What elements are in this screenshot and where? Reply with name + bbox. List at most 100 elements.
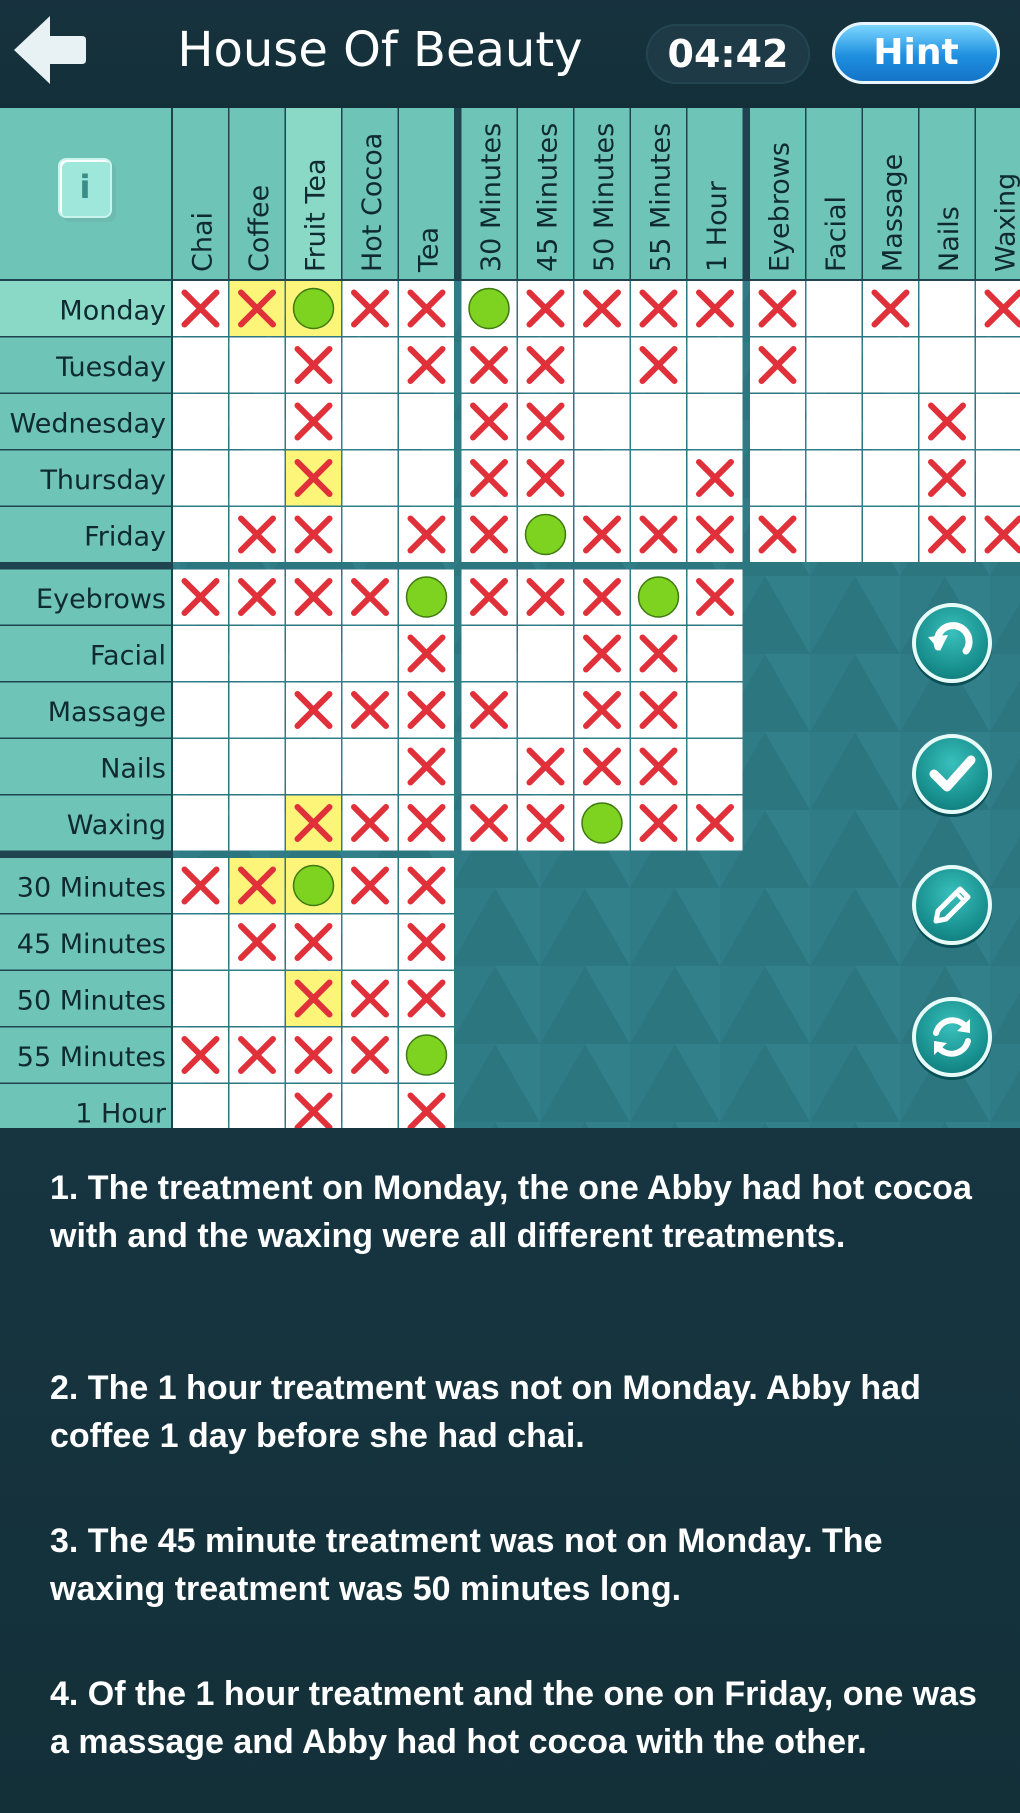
grid-cell[interactable] [863,450,918,506]
grid-cell[interactable] [574,450,630,506]
grid-cell[interactable] [173,682,228,738]
logic-grid-board: Chai Coffee Fruit Tea Hot Cocoa Tea 30 Minute… [0,108,1020,1128]
grid-cell[interactable] [461,739,517,794]
grid-cell[interactable] [687,682,743,738]
col-header-1-hour: 1 Hour [687,108,743,279]
grid-cell[interactable] [806,337,862,393]
grid-cell[interactable] [806,450,862,506]
row-header-thursday: Thursday [0,450,171,506]
back-button[interactable] [10,12,90,88]
grid-cell[interactable] [806,394,862,449]
grid-cell[interactable] [750,394,805,449]
row-header-nails: Nails [0,739,171,794]
timer: 04:42 [646,24,810,84]
grid-cell[interactable] [286,626,341,681]
grid-cell[interactable] [631,450,686,506]
grid-cell[interactable] [342,914,398,970]
row-header-55-minutes: 55 Minutes [0,1027,171,1083]
grid-cell[interactable] [173,626,228,681]
row-label: Tuesday [55,352,166,383]
row-header-facial: Facial [0,626,171,681]
grid-cell[interactable] [863,394,918,449]
grid-cell[interactable] [229,337,285,393]
grid-cell[interactable] [229,682,285,738]
col-label: 30 Minutes [476,123,507,272]
grid-cell[interactable] [976,337,1020,393]
grid-cell[interactable] [461,626,517,681]
grid-cell[interactable] [919,337,975,393]
grid-cell[interactable] [574,337,630,393]
grid-cell[interactable] [173,739,228,794]
clue-4: 4. Of the 1 hour treatment and the one o… [50,1675,977,1761]
grid-cell[interactable] [806,281,862,336]
grid-cell[interactable] [342,337,398,393]
grid-cell[interactable] [229,626,285,681]
hint-button[interactable]: Hint [832,22,1000,84]
info-button[interactable]: i [58,158,112,218]
grid-cell[interactable] [399,394,454,449]
check-button[interactable] [912,734,992,814]
grid-cell[interactable] [342,739,398,794]
col-header-tea: Tea [399,108,454,279]
grid-cell[interactable] [229,795,285,851]
grid-cell[interactable] [574,394,630,449]
col-header-30-minutes: 30 Minutes [461,108,517,279]
col-header-55-minutes: 55 Minutes [631,108,686,279]
grid-cell[interactable] [342,450,398,506]
grid-cell[interactable] [687,626,743,681]
undo-button[interactable] [912,603,992,683]
grid-cell[interactable] [399,450,454,506]
grid-cell[interactable] [806,507,862,562]
pencil-button[interactable] [912,865,992,945]
row-label: Wednesday [10,408,166,439]
col-label: Facial [821,196,852,272]
clue-list: 1. The treatment on Monday, the one Abby… [0,1128,1020,1813]
row-label: Eyebrows [36,584,166,615]
restart-button[interactable] [912,997,992,1077]
grid-cell[interactable] [976,394,1020,449]
grid-cell[interactable] [229,971,285,1026]
grid-cell[interactable] [286,739,341,794]
grid-cell[interactable] [173,337,228,393]
grid-cell[interactable] [976,281,1020,336]
grid-cell[interactable] [173,971,228,1026]
grid-cell[interactable] [229,739,285,794]
grid-cell[interactable] [863,337,918,393]
grid-cell[interactable] [518,682,573,738]
grid-cell[interactable] [342,626,398,681]
grid-cell[interactable] [173,795,228,851]
logic-grid: Chai Coffee Fruit Tea Hot Cocoa Tea 30 Minute… [0,108,1020,1128]
grid-cell[interactable] [631,394,686,449]
grid-cell[interactable] [518,626,573,681]
grid-cell[interactable] [173,1084,228,1128]
grid-cell[interactable] [976,507,1020,562]
grid-cell[interactable] [342,394,398,449]
grid-cell[interactable] [229,394,285,449]
row-label: Waxing [67,810,166,841]
row-header-waxing: Waxing [0,795,171,851]
grid-cell[interactable] [863,507,918,562]
col-label: Fruit Tea [300,158,331,272]
grid-cell[interactable] [173,450,228,506]
grid-cell[interactable] [342,507,398,562]
col-header-hot-cocoa: Hot Cocoa [342,108,398,279]
confirm-mark [292,287,335,330]
grid-cell[interactable] [399,1084,454,1128]
grid-cell[interactable] [750,450,805,506]
row-header-1-hour: 1 Hour [0,1084,171,1128]
grid-cell[interactable] [229,1084,285,1128]
grid-cell[interactable] [342,1084,398,1128]
col-header-45-minutes: 45 Minutes [518,108,573,279]
col-label: Hot Cocoa [357,133,388,272]
grid-cell[interactable] [173,914,228,970]
grid-cell[interactable] [976,450,1020,506]
grid-cell[interactable] [173,394,228,449]
grid-cell[interactable] [173,507,228,562]
confirm-mark [405,576,448,618]
grid-cell[interactable] [229,450,285,506]
grid-cell[interactable] [687,337,743,393]
grid-cell[interactable] [286,1084,341,1128]
grid-cell[interactable] [687,394,743,449]
grid-cell[interactable] [687,739,743,794]
grid-cell[interactable] [919,281,975,336]
